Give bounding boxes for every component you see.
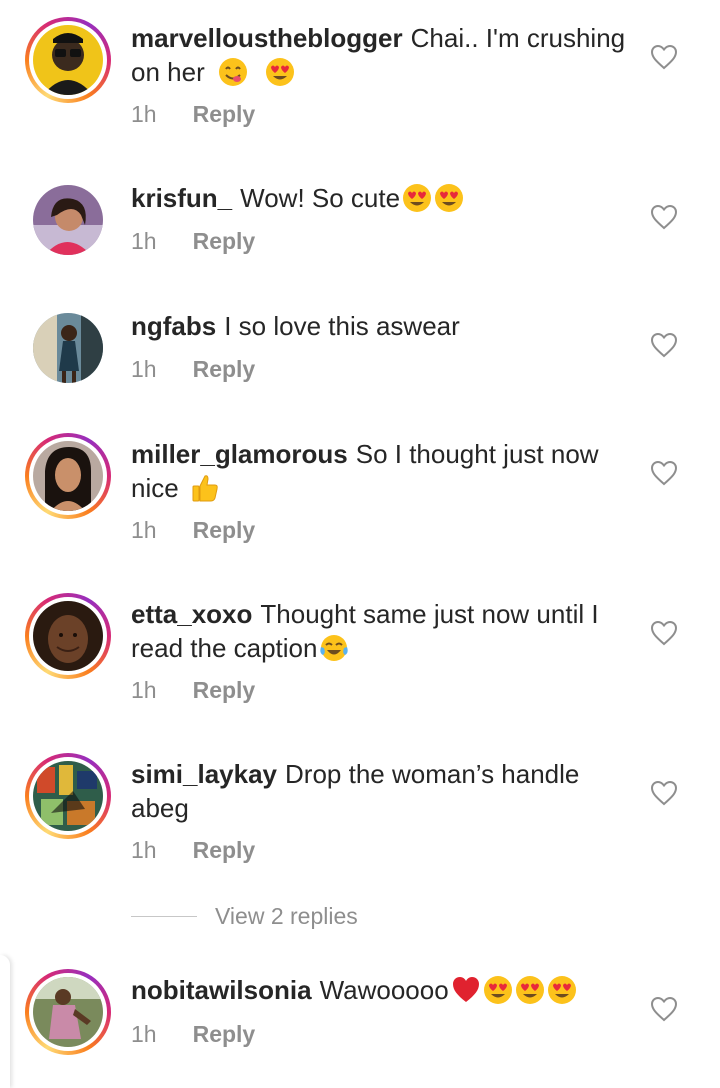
comment-body: Wawooooo <box>319 975 449 1005</box>
avatar[interactable] <box>33 313 103 383</box>
thumbs-up-emoji-icon <box>192 475 218 502</box>
comment-time: 1h <box>131 228 157 254</box>
comment-text: nobitawilsonia Wawooooo <box>131 973 631 1007</box>
comment-username[interactable]: nobitawilsonia <box>131 975 312 1005</box>
comment-text: miller_glamorous So I thought just now ni… <box>131 437 631 505</box>
heart-eyes-emoji-icon <box>266 58 295 86</box>
heart-outline-icon[interactable] <box>650 996 678 1022</box>
avatar <box>33 761 103 831</box>
comment-body: Wow! So cute <box>240 183 401 213</box>
comment-username[interactable]: etta_xoxo <box>131 599 252 629</box>
comment-meta: 1h Reply <box>131 837 255 864</box>
view-replies-label: View 2 replies <box>215 903 358 929</box>
heart-eyes-emoji-icon <box>515 976 544 1004</box>
comment-time: 1h <box>131 101 157 127</box>
reply-button[interactable]: Reply <box>193 101 256 128</box>
card-edge <box>0 955 10 1088</box>
comment-meta: 1h Reply <box>131 356 255 383</box>
comment-time: 1h <box>131 677 157 703</box>
yum-emoji-icon <box>218 58 247 86</box>
comment-username[interactable]: krisfun_ <box>131 183 232 213</box>
joy-emoji-icon <box>320 635 349 661</box>
comment-text: marvelloustheblogger Chai.. I'm crushing … <box>131 21 631 89</box>
heart-eyes-emoji-icon <box>547 976 576 1004</box>
story-ring[interactable] <box>25 593 111 679</box>
avatar <box>33 25 103 95</box>
comment-meta: 1h Reply <box>131 517 255 544</box>
story-ring[interactable] <box>25 433 111 519</box>
heart-outline-icon[interactable] <box>650 204 678 230</box>
heart-eyes-emoji-icon <box>435 184 464 212</box>
heart-outline-icon[interactable] <box>650 620 678 646</box>
heart-outline-icon[interactable] <box>650 460 678 486</box>
reply-button[interactable]: Reply <box>193 837 256 864</box>
comment-username[interactable]: simi_laykay <box>131 759 277 789</box>
comment-text: ngfabs I so love this aswear <box>131 309 631 343</box>
comment-meta: 1h Reply <box>131 1021 255 1048</box>
reply-button[interactable]: Reply <box>193 228 256 255</box>
comment-meta: 1h Reply <box>131 101 255 128</box>
reply-button[interactable]: Reply <box>193 517 256 544</box>
story-ring[interactable] <box>25 753 111 839</box>
heart-outline-icon[interactable] <box>650 332 678 358</box>
reply-button[interactable]: Reply <box>193 356 256 383</box>
view-replies-button[interactable]: View 2 replies <box>131 903 358 930</box>
reply-button[interactable]: Reply <box>193 677 256 704</box>
divider <box>131 916 197 917</box>
reply-button[interactable]: Reply <box>193 1021 256 1048</box>
avatar <box>33 977 103 1047</box>
story-ring[interactable] <box>25 969 111 1055</box>
comment-text: simi_laykay Drop the woman’s handle abeg <box>131 757 631 825</box>
comment-time: 1h <box>131 356 157 382</box>
comment-time: 1h <box>131 837 157 863</box>
comment-username[interactable]: miller_glamorous <box>131 439 348 469</box>
comment-text: krisfun_ Wow! So cute <box>131 181 631 215</box>
heart-outline-icon[interactable] <box>650 44 678 70</box>
story-ring[interactable] <box>25 17 111 103</box>
comment-time: 1h <box>131 1021 157 1047</box>
heart-outline-icon[interactable] <box>650 780 678 806</box>
heart-eyes-emoji-icon <box>483 976 512 1004</box>
comment-time: 1h <box>131 517 157 543</box>
comment-meta: 1h Reply <box>131 677 255 704</box>
heart-eyes-emoji-icon <box>403 184 432 212</box>
comment-username[interactable]: marvelloustheblogger <box>131 23 403 53</box>
avatar <box>33 601 103 671</box>
avatar <box>33 441 103 511</box>
red-heart-emoji-icon <box>452 977 479 1002</box>
comment-text: etta_xoxo Thought same just now until I r… <box>131 597 631 665</box>
avatar[interactable] <box>33 185 103 255</box>
comment-meta: 1h Reply <box>131 228 255 255</box>
comment-username[interactable]: ngfabs <box>131 311 216 341</box>
comment-body: I so love this aswear <box>224 311 460 341</box>
